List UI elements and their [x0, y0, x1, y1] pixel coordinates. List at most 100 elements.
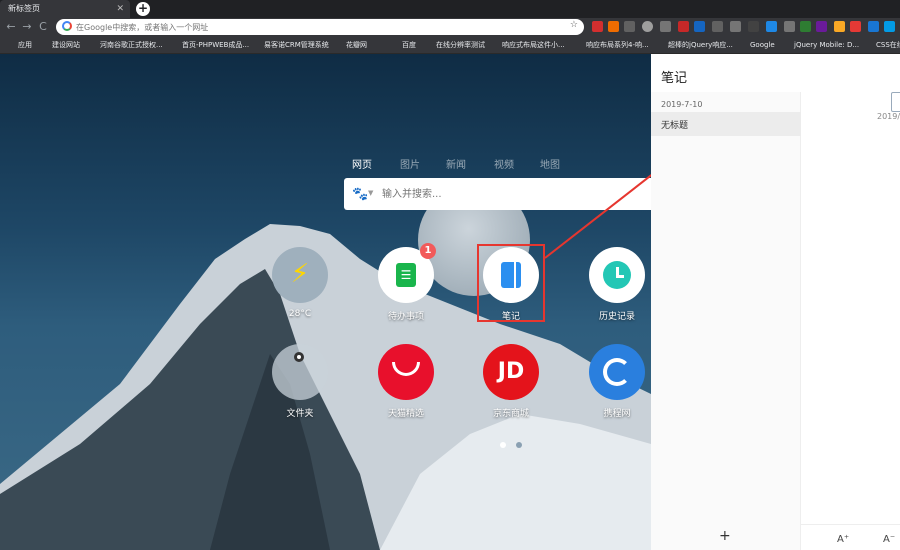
globe-icon	[88, 39, 97, 48]
globe-icon	[424, 39, 433, 48]
note-list-item[interactable]: 无标题	[651, 112, 801, 136]
baidu-paw-icon[interactable]: 🐾	[352, 187, 368, 202]
history-circle[interactable]	[589, 247, 645, 303]
bookmark-favicon-icon	[40, 39, 49, 48]
extension-icon[interactable]	[608, 21, 619, 32]
bookmark-item[interactable]: 响应式布局这件小...	[490, 36, 565, 54]
bookmark-item[interactable]: jQuery Mobile: D...	[782, 36, 859, 54]
app-label: 历史记录	[598, 312, 635, 322]
bookmarks-bar: 应用 建设网站 河南谷歌正式授权... 首页-PHPWEB成品... 易客诺CR…	[0, 36, 900, 54]
bookmark-favicon-icon	[738, 39, 747, 48]
notes-panel-title: 笔记	[661, 71, 688, 86]
page-dot[interactable]	[516, 442, 522, 448]
app-ctrip[interactable]: 携程网	[577, 344, 657, 419]
page-dot-active[interactable]	[500, 442, 506, 448]
todo-circle[interactable]: ☰ 1	[378, 243, 436, 303]
bookmark-item[interactable]: 响应布局系列4-响...	[574, 36, 649, 54]
reload-icon[interactable]: C	[36, 20, 50, 34]
back-arrow-icon[interactable]: ←	[4, 20, 18, 34]
browser-tab[interactable]: 新标签页 ✕	[0, 0, 130, 18]
note-editor-icon[interactable]	[891, 92, 900, 112]
notes-list: 2019-7-10 无标题 +	[651, 92, 801, 550]
add-note-button[interactable]: +	[719, 528, 731, 544]
extension-icon[interactable]	[868, 21, 879, 32]
folder-circle[interactable]	[272, 344, 328, 400]
extension-icon[interactable]	[748, 21, 759, 32]
bookmark-item[interactable]: 建设网站	[40, 36, 80, 54]
extension-icon[interactable]	[730, 21, 741, 32]
address-bar[interactable]: ☆	[56, 19, 584, 35]
notes-panel: 笔记 2019-7-10 无标题 + 2019/7 A⁺ A⁻	[651, 54, 900, 550]
divider	[801, 524, 900, 525]
jd-circle[interactable]: JD	[483, 344, 539, 400]
bookmark-favicon-icon	[334, 39, 343, 48]
app-tmall[interactable]: 天猫精选	[366, 344, 446, 419]
app-label: 携程网	[603, 409, 631, 419]
lightning-icon: ⚡	[290, 259, 310, 289]
google-icon	[62, 21, 72, 31]
tab-news[interactable]: 新闻	[446, 156, 466, 171]
address-input[interactable]	[76, 20, 566, 34]
search-box[interactable]: 🐾 ▼	[344, 178, 651, 210]
bookmark-favicon-icon	[656, 39, 665, 48]
extension-icon[interactable]	[642, 21, 653, 32]
tab-images[interactable]: 图片	[400, 156, 420, 171]
extension-icon[interactable]	[766, 21, 777, 32]
tab-video[interactable]: 视频	[494, 156, 514, 171]
bookmark-item[interactable]: 易客诺CRM管理系统	[252, 36, 329, 54]
tab-maps[interactable]: 地图	[540, 156, 560, 171]
extension-icon[interactable]	[660, 21, 671, 32]
app-label: 天猫精选	[387, 409, 424, 419]
chevron-down-icon[interactable]: ▼	[368, 189, 373, 197]
tmall-circle[interactable]	[378, 344, 434, 400]
globe-icon	[170, 39, 179, 48]
bookmark-item[interactable]: 百度	[390, 36, 416, 54]
bookmark-item[interactable]: 在线分辨率测试	[424, 36, 485, 54]
bookmark-favicon-icon	[490, 39, 499, 48]
jd-icon: JD	[497, 359, 525, 384]
tab-web[interactable]: 网页	[352, 156, 372, 171]
extension-icon[interactable]	[800, 21, 811, 32]
extension-icon[interactable]	[884, 21, 895, 32]
app-todo[interactable]: ☰ 1 待办事项	[366, 243, 446, 322]
notification-badge: 1	[420, 243, 436, 259]
weather-circle[interactable]: ⚡	[272, 247, 328, 303]
bookmark-item[interactable]: 应用	[6, 36, 32, 54]
extension-icon[interactable]	[678, 21, 689, 32]
bookmark-item[interactable]: 花瓣网	[334, 36, 367, 54]
bookmark-item[interactable]: Google	[738, 36, 775, 54]
app-folder[interactable]: 文件夹	[260, 344, 340, 419]
extension-icon[interactable]	[816, 21, 827, 32]
bookmark-star-icon[interactable]: ☆	[570, 20, 578, 30]
editor-date: 2019/7	[877, 112, 900, 121]
bookmark-item[interactable]: 首页-PHPWEB成品...	[170, 36, 249, 54]
forward-arrow-icon[interactable]: →	[20, 20, 34, 34]
extension-icon[interactable]	[592, 21, 603, 32]
extension-icon[interactable]	[712, 21, 723, 32]
bookmark-item[interactable]: 超棒的jQuery响应...	[656, 36, 733, 54]
ctrip-circle[interactable]	[589, 344, 645, 400]
dolphin-icon	[603, 358, 631, 386]
bookmark-favicon-icon	[390, 39, 399, 48]
extension-icon[interactable]	[850, 21, 861, 32]
app-weather[interactable]: ⚡ 28°C	[260, 247, 340, 319]
bookmark-item[interactable]: CSS在线	[864, 36, 900, 54]
new-tab-button[interactable]: +	[136, 2, 150, 16]
tmall-icon	[392, 362, 420, 376]
extension-icon[interactable]	[784, 21, 795, 32]
close-tab-icon[interactable]: ✕	[116, 0, 124, 18]
highlight-box	[477, 244, 545, 322]
app-jd[interactable]: JD 京东商城	[471, 344, 551, 419]
extension-icon[interactable]	[624, 21, 635, 32]
browser-toolbar: ← → C ☆	[0, 18, 900, 36]
search-input[interactable]	[382, 185, 632, 203]
app-label: 文件夹	[286, 409, 314, 419]
bookmark-item[interactable]: 河南谷歌正式授权...	[88, 36, 163, 54]
font-increase-button[interactable]: A⁺	[837, 534, 849, 545]
extension-icon[interactable]	[694, 21, 705, 32]
app-label: 待办事项	[387, 312, 424, 322]
font-decrease-button[interactable]: A⁻	[883, 534, 895, 545]
app-history[interactable]: 历史记录	[577, 247, 657, 322]
tab-title: 新标签页	[8, 4, 40, 13]
extension-icon[interactable]	[834, 21, 845, 32]
